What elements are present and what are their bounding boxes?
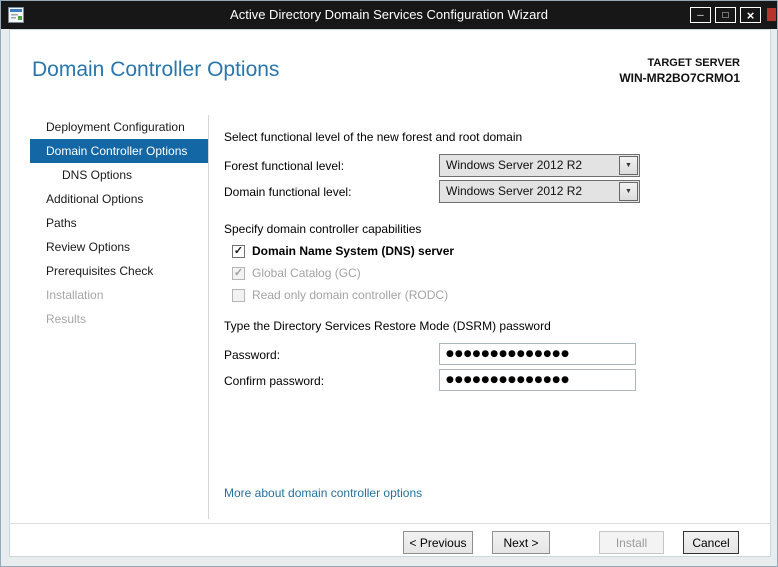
- sidebar-item-dns-options[interactable]: DNS Options: [30, 163, 208, 187]
- window-controls: ─ □ ×: [690, 7, 761, 23]
- dns-server-checkbox-label: Domain Name System (DNS) server: [252, 244, 455, 258]
- dsrm-heading: Type the Directory Services Restore Mode…: [224, 319, 551, 333]
- maximize-button[interactable]: □: [715, 7, 736, 23]
- confirm-password-label: Confirm password:: [224, 374, 325, 388]
- cancel-button[interactable]: Cancel: [683, 531, 739, 554]
- sidebar-item-additional-options[interactable]: Additional Options: [30, 187, 208, 211]
- checkbox-row-dns-server: ✓ Domain Name System (DNS) server: [232, 243, 454, 259]
- sidebar-item-installation: Installation: [46, 288, 104, 302]
- window-title: Active Directory Domain Services Configu…: [230, 7, 548, 22]
- titlebar[interactable]: Active Directory Domain Services Configu…: [1, 1, 777, 29]
- checkbox-row-rodc: Read only domain controller (RODC): [232, 287, 448, 303]
- password-label: Password:: [224, 348, 281, 362]
- rodc-checkbox-label: Read only domain controller (RODC): [252, 288, 449, 302]
- domain-level-dropdown[interactable]: Windows Server 2012 R2 ▼: [439, 180, 640, 203]
- sidebar-item-results: Results: [46, 312, 87, 326]
- screen-edge-artifact: [767, 8, 776, 21]
- sidebar-item-prerequisites-check[interactable]: Prerequisites Check: [30, 259, 208, 283]
- forest-level-dropdown[interactable]: Windows Server 2012 R2 ▼: [439, 154, 640, 177]
- previous-button[interactable]: < Previous: [403, 531, 473, 554]
- minimize-button[interactable]: ─: [690, 7, 711, 23]
- checkbox-row-global-catalog: ✓ Global Catalog (GC): [232, 265, 361, 281]
- chevron-down-icon[interactable]: ▼: [619, 182, 638, 201]
- sidebar-item-domain-controller-options[interactable]: Domain Controller Options: [30, 139, 208, 163]
- footer-divider: [10, 523, 770, 524]
- checkmark-icon: ✓: [233, 244, 244, 257]
- sidebar-item-deployment-configuration[interactable]: Deployment Configuration: [30, 115, 208, 139]
- sidebar-divider: [208, 115, 209, 519]
- page-title: Domain Controller Options: [32, 58, 280, 81]
- domain-level-label: Domain functional level:: [224, 185, 352, 199]
- content-panel: Domain Controller Options TARGET SERVER …: [9, 29, 771, 557]
- rodc-checkbox: [232, 288, 245, 302]
- confirm-password-input[interactable]: [439, 369, 636, 391]
- sidebar-item-review-options[interactable]: Review Options: [30, 235, 208, 259]
- forest-level-value: Windows Server 2012 R2: [446, 158, 583, 172]
- forest-level-label: Forest functional level:: [224, 159, 345, 173]
- target-server-block: TARGET SERVER WIN-MR2BO7CRMO1: [619, 57, 740, 85]
- sidebar-item-paths[interactable]: Paths: [30, 211, 208, 235]
- install-button: Install: [599, 531, 664, 554]
- global-catalog-checkbox-label: Global Catalog (GC): [252, 266, 361, 280]
- target-server-label: TARGET SERVER: [647, 57, 741, 69]
- wizard-window: Active Directory Domain Services Configu…: [0, 0, 778, 567]
- dns-server-checkbox[interactable]: ✓: [232, 244, 245, 258]
- chevron-down-icon[interactable]: ▼: [619, 156, 638, 175]
- functional-level-heading: Select functional level of the new fores…: [224, 130, 523, 144]
- next-button[interactable]: Next >: [492, 531, 550, 554]
- target-server-name: WIN-MR2BO7CRMO1: [619, 71, 740, 85]
- capabilities-heading: Specify domain controller capabilities: [224, 222, 422, 236]
- more-about-link[interactable]: More about domain controller options: [224, 486, 422, 500]
- password-input[interactable]: [439, 343, 636, 365]
- global-catalog-checkbox: ✓: [232, 266, 245, 280]
- close-button[interactable]: ×: [740, 7, 761, 23]
- domain-level-value: Windows Server 2012 R2: [446, 184, 583, 198]
- checkmark-icon: ✓: [233, 266, 244, 279]
